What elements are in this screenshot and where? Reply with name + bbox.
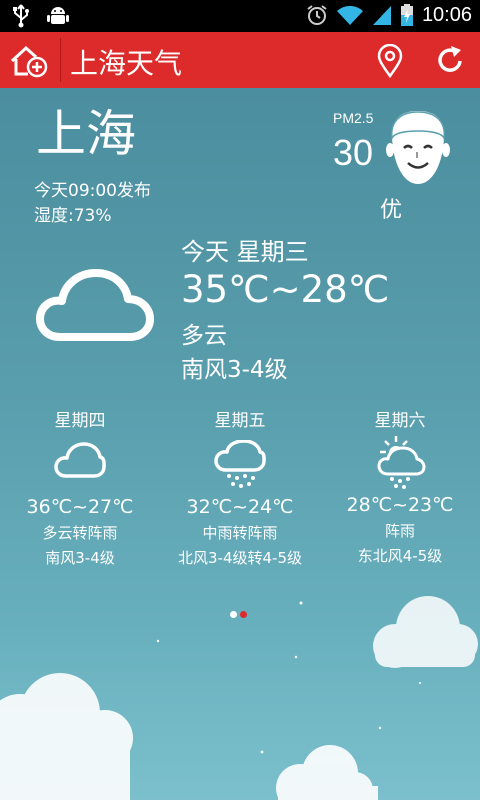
forecast-day-label: 星期六 [374,411,426,431]
forecast-wind: 南风3-4级 [45,549,115,567]
forecast-day: 星期六 28℃~23℃ 阵雨 东北风4-5级 [320,406,480,566]
cloudy-icon [36,269,154,341]
shower-icon [377,436,426,489]
today-date: 今天 星期三 [181,238,309,266]
publish-time: 今天09:00发布 [34,181,151,201]
usb-icon [13,4,29,28]
forecast-wind: 东北风4-5级 [357,547,443,565]
forecast-day: 星期五 32℃~24℃ 中雨转阵雨 北风3-4级转4-5级 [160,406,320,568]
forecast-condition: 多云转阵雨 [42,524,118,542]
forecast-temperature: 28℃~23℃ [346,494,454,516]
forecast-condition: 阵雨 [384,522,415,540]
app-bar: 上海天气 [0,32,480,88]
appbar-divider [60,38,61,82]
home-add-icon[interactable] [10,44,50,78]
status-bar: 10:06 [0,0,480,32]
battery-charging-icon [400,4,413,26]
page-title: 上海天气 [70,47,183,80]
page-indicator[interactable] [230,611,247,618]
cloudy-icon [54,442,106,478]
today-condition: 多云 [181,323,227,349]
android-debug-icon [47,7,69,24]
alarm-icon [307,5,327,25]
today-wind: 南风3-4级 [181,357,288,383]
today-temperature: 35℃~28℃ [181,268,390,311]
pm25-value: 30 [333,132,374,173]
air-quality-face-icon [386,111,450,184]
refresh-icon[interactable] [434,44,466,76]
forecast-temperature: 32℃~24℃ [186,496,294,518]
forecast-day-label: 星期五 [214,411,266,431]
wifi-icon [336,5,363,26]
page-dot-active[interactable] [240,611,247,618]
forecast-wind: 北风3-4级转4-5级 [178,549,302,567]
pm25-quality: 优 [380,198,403,223]
humidity: 湿度:73% [34,206,112,226]
signal-icon [372,6,391,25]
forecast-day: 星期四 36℃~27℃ 多云转阵雨 南风3-4级 [0,406,160,568]
page-dot-inactive[interactable] [230,611,237,618]
city-name: 上海 [36,105,136,163]
forecast-day-label: 星期四 [54,411,106,431]
rain-icon [214,440,266,488]
forecast-temperature: 36℃~27℃ [26,496,134,518]
weather-panel: 上海 今天09:00发布 湿度:73% PM2.5 30 优 今天 星期三 35… [0,88,480,800]
clock: 10:06 [421,3,472,26]
forecast-condition: 中雨转阵雨 [202,524,278,542]
location-pin-icon[interactable] [376,44,404,78]
pm25-label: PM2.5 [333,110,374,126]
